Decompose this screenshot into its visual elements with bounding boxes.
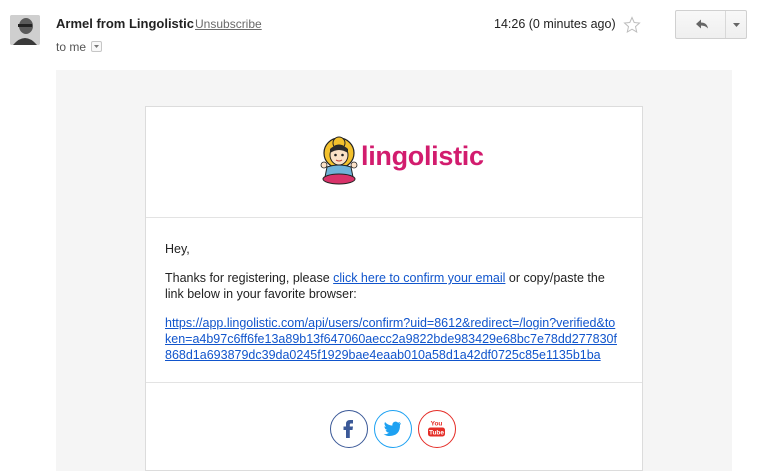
more-options-icon (733, 23, 740, 27)
reply-icon (696, 19, 708, 29)
sender-name: Armel from Lingolistic (56, 16, 194, 31)
reply-button[interactable] (676, 11, 725, 38)
svg-text:Tube: Tube (429, 430, 444, 437)
svg-text:You: You (431, 421, 443, 428)
recipient-label: to me (56, 40, 87, 54)
divider (146, 382, 642, 383)
email-card: lingolistic Hey, Thanks for registering,… (145, 106, 643, 471)
confirm-email-link[interactable]: click here to confirm your email (333, 271, 505, 285)
star-icon[interactable] (623, 16, 641, 34)
more-options-button[interactable] (725, 11, 747, 38)
message-header: Armel from Lingolistic Unsubscribe to me… (0, 0, 764, 64)
unsubscribe-link[interactable]: Unsubscribe (195, 17, 262, 31)
facebook-button[interactable] (330, 410, 368, 448)
instructions-text: Thanks for registering, please (165, 271, 334, 285)
avatar[interactable] (10, 15, 40, 45)
twitter-icon (383, 421, 401, 436)
mascot-logo (318, 135, 360, 187)
youtube-button[interactable]: You Tube (418, 410, 456, 448)
logo-header: lingolistic (146, 107, 642, 218)
greeting: Hey, (165, 242, 190, 256)
reply-button-group (675, 10, 747, 39)
email-body: Hey, Thanks for registering, please clic… (165, 241, 625, 363)
facebook-icon (343, 420, 353, 438)
instructions-paragraph: Thanks for registering, please click her… (165, 270, 625, 302)
timestamp: 14:26 (0 minutes ago) (494, 17, 616, 31)
youtube-icon: You Tube (428, 421, 445, 437)
caret-down-icon[interactable] (91, 41, 102, 52)
confirm-url-link[interactable]: https://app.lingolistic.com/api/users/co… (165, 315, 617, 363)
twitter-button[interactable] (374, 410, 412, 448)
brand-wordmark: lingolistic (361, 141, 484, 171)
